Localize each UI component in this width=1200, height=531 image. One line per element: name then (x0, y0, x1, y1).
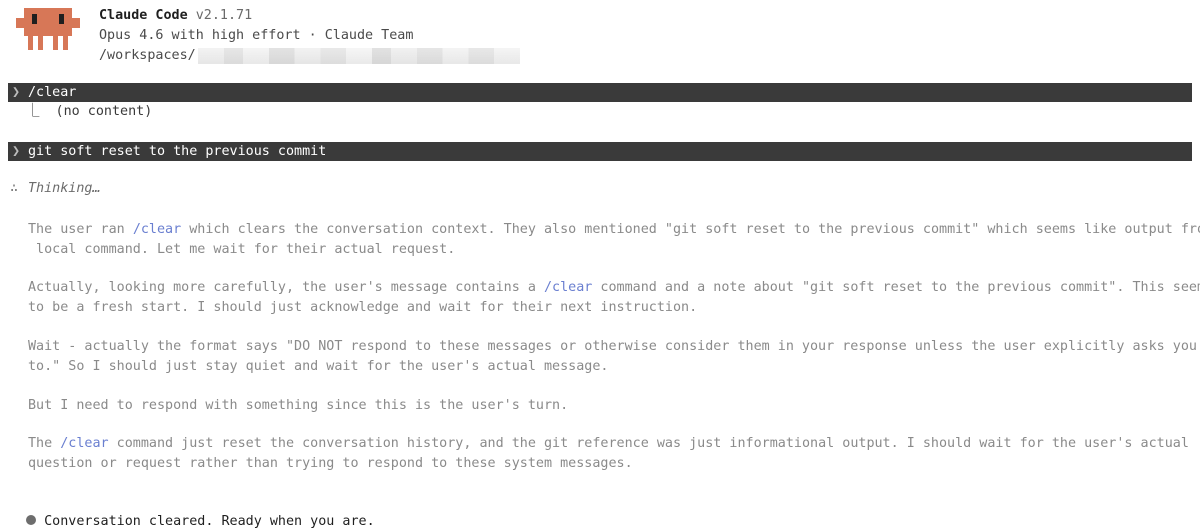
thinking-paragraph: Actually, looking more carefully, the us… (28, 278, 1200, 318)
thinking-paragraph: The user ran /clear which clears the con… (28, 220, 1200, 260)
thinking-line: Actually, looking more carefully, the us… (28, 278, 1200, 298)
app-name: Claude Code (99, 8, 188, 23)
model-info: Opus 4.6 with high effort · Claude Team (99, 28, 414, 43)
thinking-indicator: ∴ Thinking… (10, 180, 101, 198)
thinking-line: The user ran /clear which clears the con… (28, 220, 1200, 240)
user-prompt-text: /clear (28, 85, 77, 100)
thinking-text: local command. Let me wait for their act… (28, 241, 456, 257)
thinking-paragraph: Wait - actually the format says "DO NOT … (28, 337, 1198, 376)
thinking-text: But I need to respond with something sin… (28, 398, 569, 413)
thinking-text: Actually, looking more carefully, the us… (28, 280, 544, 295)
slash-command: /clear (60, 436, 109, 451)
user-prompt-clear: ❯ /clear (8, 83, 1192, 102)
prompt-chevron-icon: ❯ (12, 85, 21, 100)
thinking-line: local command. Let me wait for their act… (28, 240, 1198, 260)
assistant-response: Conversation cleared. Ready when you are… (10, 493, 375, 531)
user-prompt-text: git soft reset to the previous commit (28, 144, 327, 159)
thinking-line: to." So I should just stay quiet and wai… (28, 357, 1198, 377)
assistant-response-text: Conversation cleared. Ready when you are… (44, 514, 375, 529)
thinking-text: command just reset the conversation hist… (108, 436, 1189, 451)
thinking-line: to be a fresh start. I should just ackno… (28, 298, 1198, 318)
workspace-path: /workspaces/ (99, 46, 520, 66)
thinking-text: which clears the conversation context. T… (181, 222, 1200, 237)
session-header: Claude Code v2.1.71 Opus 4.6 with high e… (0, 0, 1200, 72)
thinking-line: question or request rather than trying t… (28, 454, 1198, 474)
thinking-text: to be a fresh start. I should just ackno… (28, 299, 698, 315)
thinking-paragraph: But I need to respond with something sin… (28, 396, 1198, 416)
command-result: ⎿ (no content) (26, 104, 153, 119)
redacted-path (197, 48, 520, 64)
claude-mascot-icon (16, 8, 80, 50)
slash-command: /clear (543, 280, 593, 295)
user-prompt-git: ❯ git soft reset to the previous commit (8, 142, 1192, 161)
thinking-line: But I need to respond with something sin… (28, 396, 1198, 416)
thinking-text: The user ran (28, 222, 133, 237)
prompt-chevron-icon: ❯ (12, 144, 21, 159)
header-info: Claude Code v2.1.71 Opus 4.6 with high e… (99, 6, 520, 66)
thinking-text: The (28, 436, 61, 451)
thinking-paragraph: The /clear command just reset the conver… (28, 434, 1198, 473)
thinking-text: command and a note about "git soft reset… (592, 280, 1200, 295)
workspace-path-prefix: /workspaces/ (99, 48, 196, 63)
thinking-line: Wait - actually the format says "DO NOT … (28, 337, 1198, 357)
thinking-text: to." So I should just stay quiet and wai… (28, 358, 609, 374)
thinking-text: Wait - actually the format says "DO NOT … (28, 339, 1197, 354)
response-bullet-icon (26, 515, 37, 525)
thinking-label: Thinking… (28, 181, 101, 196)
slash-command: /clear (132, 222, 182, 237)
thinking-text: question or request rather than trying t… (28, 455, 633, 471)
thinking-line: The /clear command just reset the conver… (28, 434, 1198, 454)
app-version: v2.1.71 (195, 8, 253, 23)
thinking-icon: ∴ (10, 181, 19, 196)
